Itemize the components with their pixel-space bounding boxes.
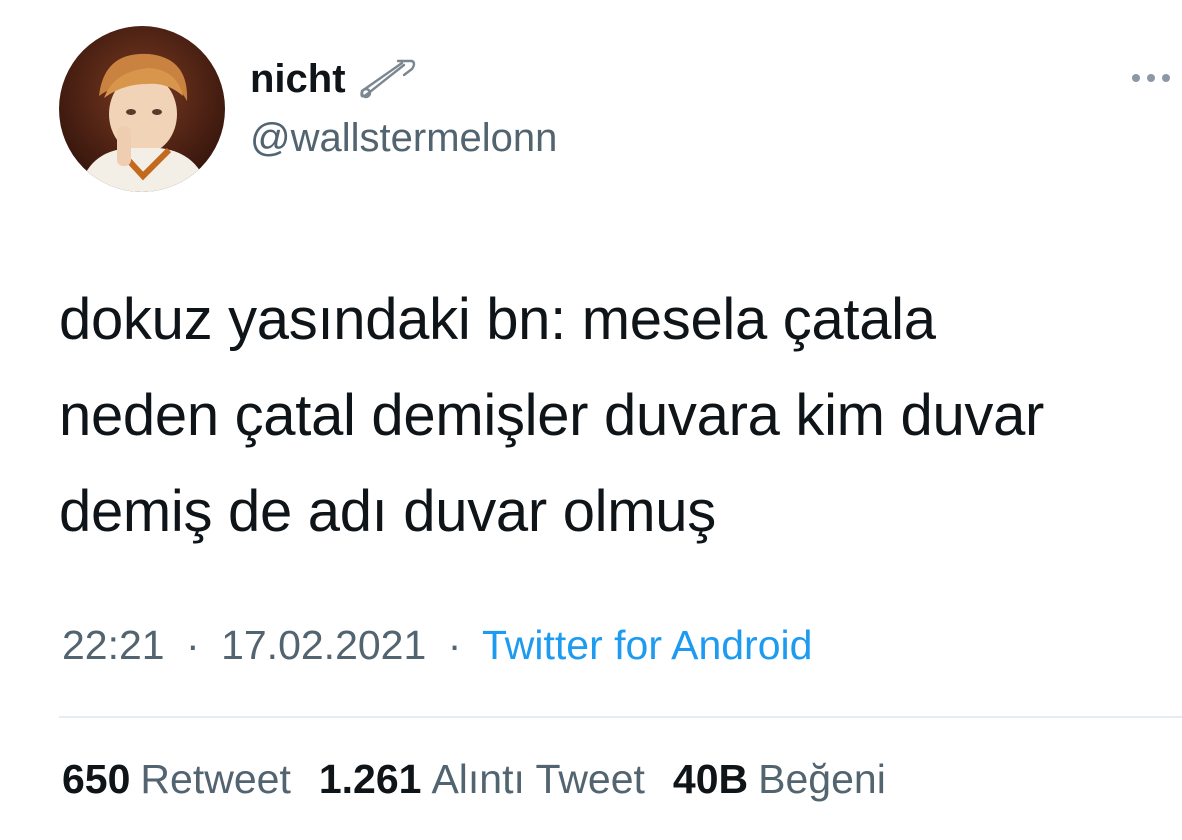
- avatar-photo: [59, 26, 225, 192]
- quote-count: 1.261: [318, 756, 422, 802]
- like-count: 40B: [672, 756, 749, 802]
- avatar[interactable]: [59, 26, 225, 192]
- safety-pin-icon: [358, 57, 418, 101]
- quote-label: Alıntı Tweet: [431, 756, 645, 802]
- more-dots-icon[interactable]: [1130, 68, 1176, 88]
- meta-separator: ·: [447, 622, 462, 668]
- tweet-time[interactable]: 22:21: [62, 622, 165, 668]
- divider: [59, 716, 1182, 718]
- tweet-source-link[interactable]: Twitter for Android: [482, 622, 812, 668]
- tweet-date[interactable]: 17.02.2021: [221, 622, 426, 668]
- name-row: nicht: [250, 52, 418, 106]
- tweet-text-line: dokuz yasındaki bn: mesela çatala: [59, 287, 936, 352]
- tweet-stats: 650 Retweet 1.261 Alıntı Tweet 40B Beğeni: [62, 756, 914, 803]
- tweet-text-line: demiş de adı duvar olmuş: [59, 479, 716, 544]
- display-name[interactable]: nicht: [250, 57, 346, 102]
- retweet-label: Retweet: [140, 756, 291, 802]
- retweet-count: 650: [62, 756, 131, 802]
- tweet-text-line: neden çatal demişler duvara kim duvar: [59, 383, 1045, 448]
- retweet-stat[interactable]: 650 Retweet: [62, 756, 291, 803]
- meta-separator: ·: [186, 622, 200, 668]
- like-stat[interactable]: 40B Beğeni: [673, 756, 886, 803]
- tweet-meta: 22:21 · 17.02.2021 · Twitter for Android: [62, 622, 812, 669]
- tweet-card: nicht @wallstermelonn dokuz yasındaki bn…: [0, 0, 1182, 840]
- user-handle[interactable]: @wallstermelonn: [250, 116, 557, 161]
- tweet-text: dokuz yasındaki bn: mesela çatala neden …: [59, 272, 1174, 560]
- like-label: Beğeni: [758, 756, 886, 802]
- quote-stat[interactable]: 1.261 Alıntı Tweet: [319, 756, 645, 803]
